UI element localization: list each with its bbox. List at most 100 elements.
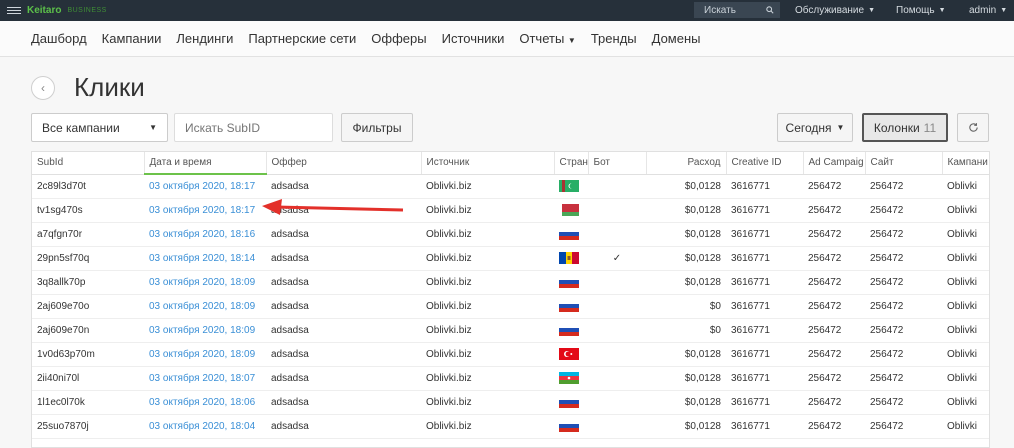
cell-source: Oblivki.biz [421, 414, 554, 439]
menu-user[interactable]: admin ▼ [969, 0, 1007, 21]
cell-subid: 1l1ec0l70k [32, 390, 144, 415]
nav-reports[interactable]: Отчеты ▼ [519, 31, 575, 46]
country-flag-icon [559, 180, 579, 192]
search-icon[interactable] [766, 6, 774, 14]
campaign-select[interactable]: Все кампании ▼ [31, 113, 168, 142]
cell-country [554, 246, 588, 271]
nav-domains[interactable]: Домены [652, 31, 701, 46]
cell-offer: adsadsa [266, 342, 421, 367]
caret-down-icon: ▼ [1000, 7, 1008, 14]
cell-datetime[interactable]: 03 октября 2020, 18:09 [144, 294, 266, 319]
hamburger-icon[interactable] [7, 7, 21, 14]
back-button[interactable]: ‹ [31, 75, 55, 100]
col-offer[interactable]: Оффер [266, 152, 422, 175]
period-select[interactable]: Сегодня ▼ [777, 113, 853, 142]
cell-offer: adsadsa [266, 390, 421, 415]
cell-campaign: Oblivki [942, 366, 989, 391]
col-cost[interactable]: Расход [646, 152, 727, 175]
menu-help[interactable]: Помощь ▼ [896, 0, 946, 21]
cell-creative-id: 3616771 [726, 246, 803, 271]
col-subid[interactable]: SubId [32, 152, 145, 175]
cell-datetime[interactable]: 03 октября 2020, 18:17 [144, 198, 266, 223]
country-flag-icon [559, 420, 579, 432]
brand-logo[interactable]: Keitaro [27, 5, 61, 16]
cell-cost: $0,0128 [646, 222, 726, 247]
cell-datetime[interactable]: 03 октября 2020, 18:06 [144, 390, 266, 415]
nav-trends[interactable]: Тренды [591, 31, 637, 46]
cell-bot [588, 366, 646, 391]
col-source[interactable]: Источник [421, 152, 555, 175]
cell-subid: 2aj609e70n [32, 318, 144, 343]
cell-offer: adsadsa [266, 174, 421, 199]
campaign-select-value: Все кампании [42, 120, 120, 135]
table-row[interactable]: 1l1ec0l70k 03 октября 2020, 18:06 adsadsa O… [32, 390, 989, 415]
top-search-placeholder: Искать [704, 4, 736, 16]
cell-datetime[interactable]: 03 октября 2020, 18:04 [144, 414, 266, 439]
col-campaign[interactable]: Кампани [942, 152, 989, 175]
cell-cost: $0,0128 [646, 366, 726, 391]
main-nav: Дашборд Кампании Лендинги Партнерские се… [0, 21, 1014, 57]
cell-cost: $0,0128 [646, 270, 726, 295]
country-flag-icon [559, 228, 579, 240]
cell-bot [588, 198, 646, 223]
col-bot[interactable]: Бот [588, 152, 647, 175]
cell-offer: adsadsa [266, 270, 421, 295]
cell-ad-campaign: 256472 [803, 174, 865, 199]
col-site[interactable]: Сайт [865, 152, 943, 175]
cell-datetime[interactable]: 03 октября 2020, 18:09 [144, 342, 266, 367]
subid-search-input[interactable] [174, 113, 333, 142]
filters-button[interactable]: Фильтры [341, 113, 413, 142]
cell-source: Oblivki.biz [421, 222, 554, 247]
cell-country [554, 366, 588, 391]
table-row[interactable]: 29pn5sf70q 03 октября 2020, 18:14 adsadsa O… [32, 246, 989, 271]
cell-site: 256472 [865, 246, 942, 271]
caret-down-icon: ▼ [868, 7, 875, 14]
cell-offer: adsadsa [266, 414, 421, 439]
cell-subid: 2ii40ni70l [32, 366, 144, 391]
cell-datetime[interactable]: 03 октября 2020, 18:09 [144, 318, 266, 343]
top-bar: Keitaro BUSINESS Искать Обслуживание ▼ По… [0, 0, 1014, 21]
nav-affiliate-networks[interactable]: Партнерские сети [248, 31, 356, 46]
top-search-input[interactable]: Искать [694, 2, 780, 18]
clicks-table: SubId Дата и время Оффер Источник Стран … [32, 152, 989, 439]
cell-country [554, 270, 588, 295]
table-row[interactable]: 25suo7870j 03 октября 2020, 18:04 adsadsa O… [32, 414, 989, 439]
table-header-row: SubId Дата и время Оффер Источник Стран … [32, 152, 989, 175]
cell-source: Oblivki.biz [421, 174, 554, 199]
cell-cost: $0,0128 [646, 342, 726, 367]
nav-campaigns[interactable]: Кампании [102, 31, 162, 46]
cell-creative-id: 3616771 [726, 198, 803, 223]
cell-bot: ✓ [588, 246, 646, 271]
table-row[interactable]: 2aj609e70o 03 октября 2020, 18:09 adsadsa O… [32, 294, 989, 319]
cell-site: 256472 [865, 318, 942, 343]
cell-datetime[interactable]: 03 октября 2020, 18:07 [144, 366, 266, 391]
nav-dashboard[interactable]: Дашборд [31, 31, 87, 46]
col-country[interactable]: Стран [554, 152, 589, 175]
col-ad-campaign[interactable]: Ad Campaig [803, 152, 866, 175]
cell-country [554, 222, 588, 247]
table-row[interactable]: 3q8allk70p 03 октября 2020, 18:09 adsadsa O… [32, 270, 989, 295]
table-row[interactable]: 2c89l3d70t 03 октября 2020, 18:17 adsadsa O… [32, 174, 989, 199]
cell-datetime[interactable]: 03 октября 2020, 18:16 [144, 222, 266, 247]
cell-bot [588, 294, 646, 319]
columns-button[interactable]: Колонки 11 [862, 113, 948, 142]
table-row[interactable]: 2aj609e70n 03 октября 2020, 18:09 adsadsa O… [32, 318, 989, 343]
nav-landings[interactable]: Лендинги [176, 31, 233, 46]
cell-bot [588, 342, 646, 367]
cell-ad-campaign: 256472 [803, 366, 865, 391]
table-row[interactable]: 1v0d63p70m 03 октября 2020, 18:09 adsadsa O… [32, 342, 989, 367]
cell-ad-campaign: 256472 [803, 270, 865, 295]
menu-service[interactable]: Обслуживание ▼ [795, 0, 875, 21]
table-row[interactable]: tv1sg470s 03 октября 2020, 18:17 adsadsa Ob… [32, 198, 989, 223]
nav-sources[interactable]: Источники [442, 31, 505, 46]
col-creative-id[interactable]: Creative ID [726, 152, 804, 175]
col-datetime[interactable]: Дата и время [144, 152, 267, 175]
cell-datetime[interactable]: 03 октября 2020, 18:09 [144, 270, 266, 295]
menu-service-label: Обслуживание [795, 5, 865, 16]
cell-datetime[interactable]: 03 октября 2020, 18:17 [144, 174, 266, 199]
table-row[interactable]: 2ii40ni70l 03 октября 2020, 18:07 adsadsa O… [32, 366, 989, 391]
cell-datetime[interactable]: 03 октября 2020, 18:14 [144, 246, 266, 271]
refresh-button[interactable] [957, 113, 989, 142]
table-row[interactable]: a7qfgn70r 03 октября 2020, 18:16 adsadsa Ob… [32, 222, 989, 247]
nav-offers[interactable]: Офферы [371, 31, 426, 46]
